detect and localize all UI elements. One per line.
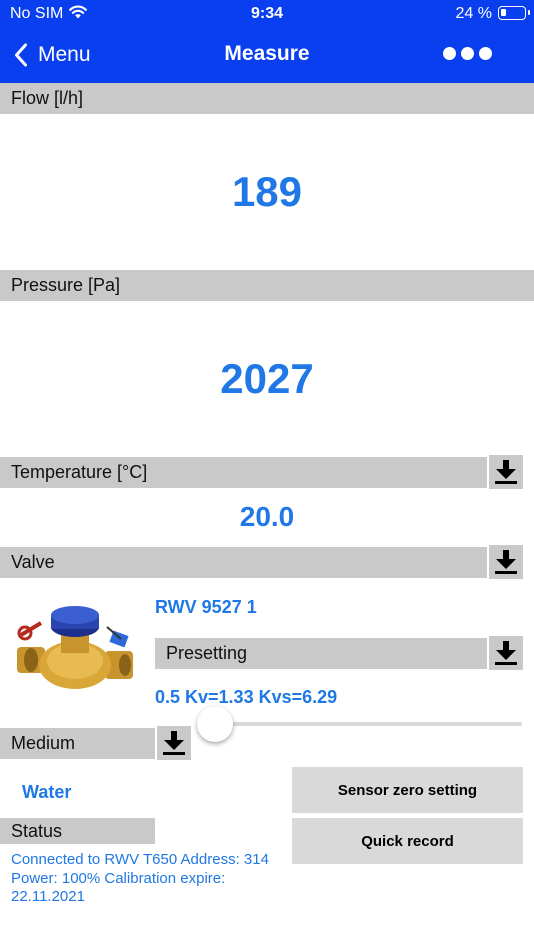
temperature-value: 20.0 [239, 501, 295, 532]
clock: 9:34 [250, 5, 284, 22]
temperature-download-button[interactable] [489, 455, 523, 489]
battery-icon [498, 6, 530, 20]
valve-header: Valve [0, 547, 487, 578]
battery-percent: 24 % [455, 5, 492, 22]
temperature-header: Temperature [°C] [0, 457, 487, 488]
medium-value: Water [22, 782, 72, 802]
quick-record-button[interactable]: Quick record [292, 818, 523, 864]
download-icon [495, 460, 517, 484]
download-icon [163, 731, 185, 755]
presetting-value: 0.5 Kv=1.33 Kvs=6.29 [155, 687, 338, 707]
flow-value: 189 [231, 168, 303, 215]
valve-download-button[interactable] [489, 545, 523, 579]
presetting-download-button[interactable] [489, 636, 523, 670]
pressure-value: 2027 [220, 355, 314, 402]
download-icon [495, 550, 517, 574]
status-header: Status [0, 818, 155, 844]
navigation-bar: Menu Measure [0, 28, 534, 83]
presetting-slider-track[interactable] [215, 722, 522, 726]
valve-name: RWV 9527 1 [155, 597, 257, 617]
download-icon [495, 641, 517, 665]
sensor-zero-setting-button[interactable]: Sensor zero setting [292, 767, 523, 813]
presetting-slider-thumb[interactable] [197, 706, 233, 742]
medium-download-button[interactable] [157, 726, 191, 760]
pressure-header: Pressure [Pa] [0, 270, 534, 301]
medium-header: Medium [0, 728, 155, 759]
status-text: Connected to RWV T650 Address: 314 Power… [11, 851, 269, 905]
status-bar: No SIM 9:34 24 % [0, 0, 534, 28]
valve-image [11, 589, 139, 717]
presetting-header: Presetting [155, 638, 487, 669]
flow-header: Flow [l/h] [0, 83, 534, 114]
more-dots-icon[interactable] [443, 47, 492, 60]
